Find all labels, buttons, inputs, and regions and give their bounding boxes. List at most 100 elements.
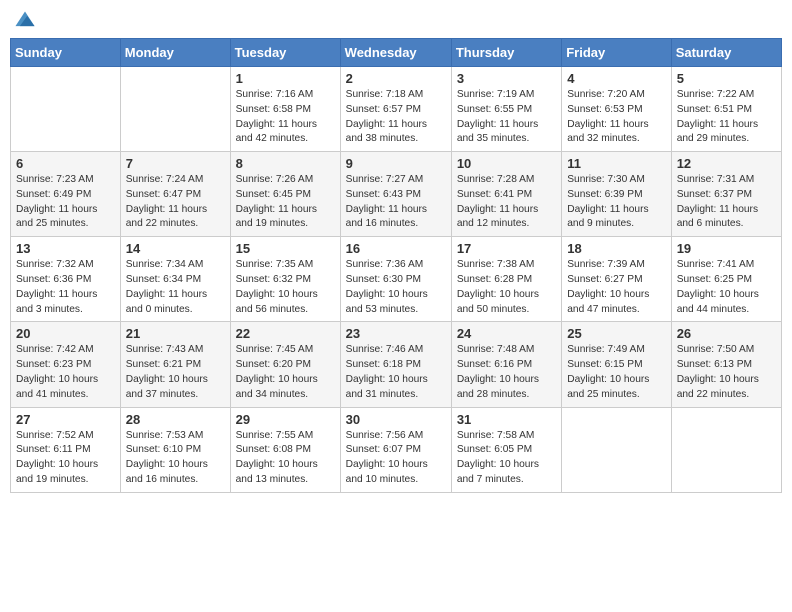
calendar-cell: 21 Sunrise: 7:43 AM Sunset: 6:21 PM Dayli…	[120, 322, 230, 407]
day-number: 6	[16, 156, 115, 171]
calendar-header-monday: Monday	[120, 39, 230, 67]
calendar-cell: 4 Sunrise: 7:20 AM Sunset: 6:53 PM Daylig…	[562, 67, 671, 152]
day-info: Sunrise: 7:24 AM Sunset: 6:47 PM Dayligh…	[126, 173, 225, 232]
day-info: Sunrise: 7:55 AM Sunset: 6:08 PM Dayligh…	[236, 429, 335, 488]
day-number: 10	[457, 156, 556, 171]
calendar-cell: 19 Sunrise: 7:41 AM Sunset: 6:25 PM Dayli…	[671, 237, 781, 322]
day-number: 9	[346, 156, 446, 171]
day-info: Sunrise: 7:32 AM Sunset: 6:36 PM Dayligh…	[16, 258, 115, 317]
day-number: 29	[236, 412, 335, 427]
day-number: 21	[126, 326, 225, 341]
calendar-cell: 31 Sunrise: 7:58 AM Sunset: 6:05 PM Dayli…	[451, 407, 561, 492]
calendar-header-thursday: Thursday	[451, 39, 561, 67]
calendar-cell	[120, 67, 230, 152]
day-number: 4	[567, 71, 665, 86]
calendar-cell: 26 Sunrise: 7:50 AM Sunset: 6:13 PM Dayli…	[671, 322, 781, 407]
calendar-cell: 20 Sunrise: 7:42 AM Sunset: 6:23 PM Dayli…	[11, 322, 121, 407]
calendar-header-saturday: Saturday	[671, 39, 781, 67]
calendar-cell: 12 Sunrise: 7:31 AM Sunset: 6:37 PM Dayli…	[671, 152, 781, 237]
calendar-cell	[11, 67, 121, 152]
day-info: Sunrise: 7:28 AM Sunset: 6:41 PM Dayligh…	[457, 173, 556, 232]
day-number: 17	[457, 241, 556, 256]
day-info: Sunrise: 7:38 AM Sunset: 6:28 PM Dayligh…	[457, 258, 556, 317]
calendar-cell: 29 Sunrise: 7:55 AM Sunset: 6:08 PM Dayli…	[230, 407, 340, 492]
day-info: Sunrise: 7:49 AM Sunset: 6:15 PM Dayligh…	[567, 343, 665, 402]
calendar-cell: 24 Sunrise: 7:48 AM Sunset: 6:16 PM Dayli…	[451, 322, 561, 407]
day-number: 12	[677, 156, 776, 171]
day-info: Sunrise: 7:35 AM Sunset: 6:32 PM Dayligh…	[236, 258, 335, 317]
day-number: 1	[236, 71, 335, 86]
calendar-cell: 10 Sunrise: 7:28 AM Sunset: 6:41 PM Dayli…	[451, 152, 561, 237]
day-info: Sunrise: 7:27 AM Sunset: 6:43 PM Dayligh…	[346, 173, 446, 232]
calendar-cell: 30Sunrise: 7:56 AM Sunset: 6:07 PM Dayli…	[340, 407, 451, 492]
day-info: Sunrise: 7:36 AM Sunset: 6:30 PM Dayligh…	[346, 258, 446, 317]
calendar-header-row: SundayMondayTuesdayWednesdayThursdayFrid…	[11, 39, 782, 67]
day-info: Sunrise: 7:16 AM Sunset: 6:58 PM Dayligh…	[236, 88, 335, 147]
calendar-cell: 3 Sunrise: 7:19 AM Sunset: 6:55 PM Daylig…	[451, 67, 561, 152]
day-number: 19	[677, 241, 776, 256]
day-number: 7	[126, 156, 225, 171]
day-info: Sunrise: 7:43 AM Sunset: 6:21 PM Dayligh…	[126, 343, 225, 402]
day-number: 2	[346, 71, 446, 86]
day-info: Sunrise: 7:46 AM Sunset: 6:18 PM Dayligh…	[346, 343, 446, 402]
calendar-cell: 8Sunrise: 7:26 AM Sunset: 6:45 PM Daylig…	[230, 152, 340, 237]
calendar-cell: 25 Sunrise: 7:49 AM Sunset: 6:15 PM Dayli…	[562, 322, 671, 407]
calendar-cell: 7 Sunrise: 7:24 AM Sunset: 6:47 PM Daylig…	[120, 152, 230, 237]
calendar-header-wednesday: Wednesday	[340, 39, 451, 67]
day-number: 28	[126, 412, 225, 427]
day-info: Sunrise: 7:23 AM Sunset: 6:49 PM Dayligh…	[16, 173, 115, 232]
calendar-table: SundayMondayTuesdayWednesdayThursdayFrid…	[10, 38, 782, 493]
page-header	[10, 10, 782, 32]
day-number: 16	[346, 241, 446, 256]
day-number: 25	[567, 326, 665, 341]
day-number: 3	[457, 71, 556, 86]
calendar-cell: 18 Sunrise: 7:39 AM Sunset: 6:27 PM Dayli…	[562, 237, 671, 322]
day-number: 15	[236, 241, 335, 256]
day-info: Sunrise: 7:45 AM Sunset: 6:20 PM Dayligh…	[236, 343, 335, 402]
day-number: 5	[677, 71, 776, 86]
day-info: Sunrise: 7:41 AM Sunset: 6:25 PM Dayligh…	[677, 258, 776, 317]
day-info: Sunrise: 7:42 AM Sunset: 6:23 PM Dayligh…	[16, 343, 115, 402]
calendar-week-row: 20 Sunrise: 7:42 AM Sunset: 6:23 PM Dayli…	[11, 322, 782, 407]
calendar-cell: 2Sunrise: 7:18 AM Sunset: 6:57 PM Daylig…	[340, 67, 451, 152]
calendar-cell: 14 Sunrise: 7:34 AM Sunset: 6:34 PM Dayli…	[120, 237, 230, 322]
calendar-week-row: 1 Sunrise: 7:16 AM Sunset: 6:58 PM Daylig…	[11, 67, 782, 152]
day-info: Sunrise: 7:22 AM Sunset: 6:51 PM Dayligh…	[677, 88, 776, 147]
calendar-cell	[671, 407, 781, 492]
day-info: Sunrise: 7:20 AM Sunset: 6:53 PM Dayligh…	[567, 88, 665, 147]
calendar-cell: 1 Sunrise: 7:16 AM Sunset: 6:58 PM Daylig…	[230, 67, 340, 152]
calendar-week-row: 27Sunrise: 7:52 AM Sunset: 6:11 PM Dayli…	[11, 407, 782, 492]
day-number: 18	[567, 241, 665, 256]
day-info: Sunrise: 7:31 AM Sunset: 6:37 PM Dayligh…	[677, 173, 776, 232]
day-info: Sunrise: 7:19 AM Sunset: 6:55 PM Dayligh…	[457, 88, 556, 147]
day-number: 13	[16, 241, 115, 256]
calendar-cell: 5 Sunrise: 7:22 AM Sunset: 6:51 PM Daylig…	[671, 67, 781, 152]
logo	[14, 10, 38, 32]
day-info: Sunrise: 7:34 AM Sunset: 6:34 PM Dayligh…	[126, 258, 225, 317]
calendar-header-sunday: Sunday	[11, 39, 121, 67]
day-number: 30	[346, 412, 446, 427]
day-info: Sunrise: 7:48 AM Sunset: 6:16 PM Dayligh…	[457, 343, 556, 402]
day-number: 31	[457, 412, 556, 427]
day-info: Sunrise: 7:30 AM Sunset: 6:39 PM Dayligh…	[567, 173, 665, 232]
day-info: Sunrise: 7:58 AM Sunset: 6:05 PM Dayligh…	[457, 429, 556, 488]
calendar-cell: 16 Sunrise: 7:36 AM Sunset: 6:30 PM Dayli…	[340, 237, 451, 322]
day-number: 14	[126, 241, 225, 256]
day-number: 26	[677, 326, 776, 341]
day-info: Sunrise: 7:52 AM Sunset: 6:11 PM Dayligh…	[16, 429, 115, 488]
day-number: 8	[236, 156, 335, 171]
day-number: 24	[457, 326, 556, 341]
calendar-week-row: 6 Sunrise: 7:23 AM Sunset: 6:49 PM Daylig…	[11, 152, 782, 237]
calendar-cell: 9 Sunrise: 7:27 AM Sunset: 6:43 PM Daylig…	[340, 152, 451, 237]
day-number: 20	[16, 326, 115, 341]
calendar-header-tuesday: Tuesday	[230, 39, 340, 67]
calendar-cell	[562, 407, 671, 492]
logo-icon	[14, 10, 36, 32]
day-number: 23	[346, 326, 446, 341]
day-info: Sunrise: 7:50 AM Sunset: 6:13 PM Dayligh…	[677, 343, 776, 402]
calendar-cell: 13 Sunrise: 7:32 AM Sunset: 6:36 PM Dayli…	[11, 237, 121, 322]
day-info: Sunrise: 7:39 AM Sunset: 6:27 PM Dayligh…	[567, 258, 665, 317]
calendar-week-row: 13 Sunrise: 7:32 AM Sunset: 6:36 PM Dayli…	[11, 237, 782, 322]
calendar-cell: 17 Sunrise: 7:38 AM Sunset: 6:28 PM Dayli…	[451, 237, 561, 322]
calendar-cell: 22Sunrise: 7:45 AM Sunset: 6:20 PM Dayli…	[230, 322, 340, 407]
